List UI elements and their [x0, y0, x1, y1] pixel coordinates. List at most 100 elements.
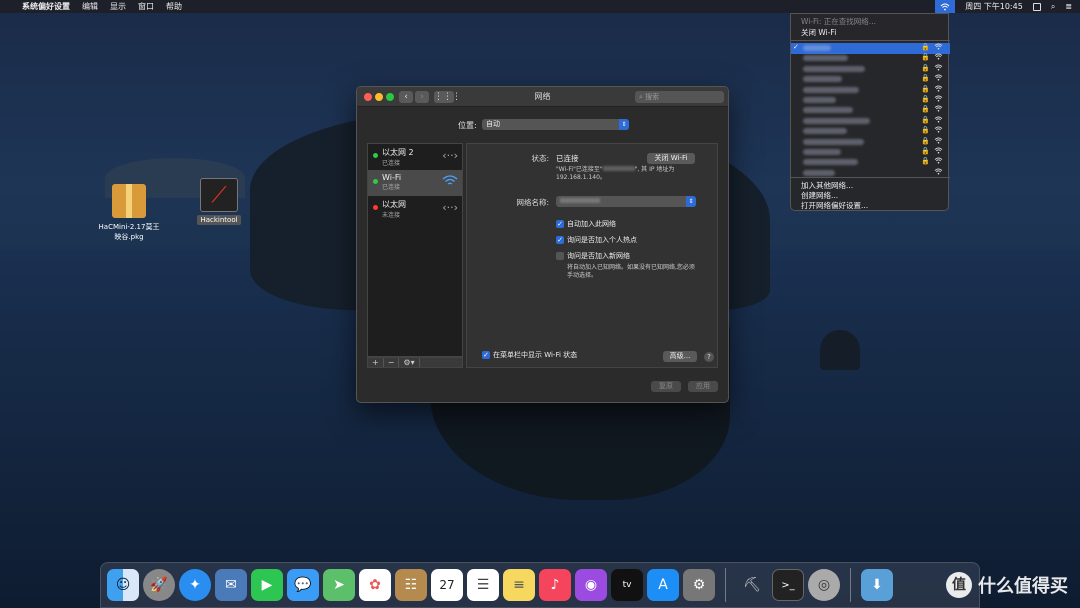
ethernet-icon: ‹··›	[442, 149, 458, 162]
lock-icon: 🔒	[921, 115, 930, 124]
wifi-network-item[interactable]: ✓ 🔒	[791, 43, 950, 54]
menu-edit[interactable]: 编辑	[82, 1, 98, 12]
service-wifi[interactable]: Wi-Fi 已连接	[368, 170, 462, 196]
service-ethernet2[interactable]: 以太网 2 已连接 ‹··›	[368, 144, 462, 170]
location-label: 位置:	[458, 121, 477, 130]
redacted-network-name	[803, 55, 848, 62]
wifi-network-item[interactable]: 🔒	[791, 137, 950, 148]
lock-icon: 🔒	[921, 84, 930, 93]
wifi-network-item[interactable]: 🔒	[791, 105, 950, 116]
wifi-network-item[interactable]: 🔒	[791, 85, 950, 96]
maps-icon[interactable]: ➤	[323, 569, 355, 601]
wifi-signal-icon	[934, 105, 943, 114]
pkg-label-line1: HaCMini-2.17莫王	[98, 223, 160, 231]
gear-action-button[interactable]: ⚙▾	[399, 358, 420, 367]
menubar-clock[interactable]: 周四 下午10:45	[965, 1, 1023, 12]
location-select[interactable]: 自动 ⇕	[482, 119, 629, 130]
facetime-icon[interactable]: ▶	[251, 569, 283, 601]
status-label: 状态:	[531, 154, 549, 163]
system-preferences-icon[interactable]: ⚙	[683, 569, 715, 601]
search-field[interactable]: ⌕ 搜索	[635, 91, 724, 103]
wifi-network-item[interactable]: 🔒	[791, 116, 950, 127]
wifi-network-item[interactable]: 🔒	[791, 95, 950, 106]
menu-help[interactable]: 帮助	[166, 1, 182, 12]
network-name-label: 网络名称:	[516, 198, 549, 207]
pkg-label-line2: 映谷.pkg	[114, 233, 144, 241]
disk-utility-icon[interactable]: ◎	[808, 569, 840, 601]
notification-center-icon[interactable]: ≣	[1065, 2, 1072, 11]
remove-service-button[interactable]: −	[384, 358, 400, 367]
add-service-button[interactable]: +	[368, 358, 384, 367]
redacted-network-name	[803, 45, 831, 51]
hackintool-icon: ⟋	[200, 178, 238, 212]
redacted-network-name	[803, 76, 842, 83]
redacted-ssid	[602, 166, 635, 171]
input-method-icon[interactable]	[1032, 2, 1041, 11]
auto-join-checkbox[interactable]: ✓ 自动加入此网络	[556, 219, 616, 229]
lock-icon: 🔒	[921, 136, 930, 145]
finder-icon[interactable]: ☺	[107, 569, 139, 601]
redacted-network-name	[803, 86, 859, 93]
wallpaper-rock-right	[820, 330, 860, 370]
downloads-folder-icon[interactable]: ⬇	[861, 569, 893, 601]
ask-new-network-checkbox[interactable]: 询问是否加入新网络	[556, 251, 630, 261]
launchpad-icon[interactable]: 🚀	[143, 569, 175, 601]
network-name-select[interactable]: ⇕	[556, 196, 696, 207]
wifi-status-icon[interactable]	[935, 0, 956, 13]
help-button[interactable]: ?	[704, 352, 714, 362]
turn-wifi-off-button[interactable]: 关闭 Wi-Fi	[647, 153, 695, 164]
wifi-signal-icon	[934, 126, 943, 135]
photos-icon[interactable]: ✿	[359, 569, 391, 601]
menu-app-name[interactable]: 系统偏好设置	[22, 1, 70, 12]
wifi-network-item[interactable]: 🔒	[791, 147, 950, 158]
safari-icon[interactable]: ✦	[179, 569, 211, 601]
wifi-network-item[interactable]: 🔒	[791, 53, 950, 64]
apply-button[interactable]: 应用	[688, 381, 718, 392]
apple-tv-icon[interactable]: tv	[611, 569, 643, 601]
wifi-menu-status: Wi-Fi: 正在查找网络...	[801, 17, 876, 26]
show-in-menubar-checkbox[interactable]: ✓ 在菜单栏中显示 Wi-Fi 状态	[482, 350, 577, 360]
redacted-network-name	[803, 128, 847, 135]
turn-wifi-off-menu-item[interactable]: 关闭 Wi-Fi	[801, 27, 836, 38]
service-ethernet[interactable]: 以太网 未连接 ‹··›	[368, 196, 462, 222]
service-list: 以太网 2 已连接 ‹··› Wi-Fi 已连接 以太网 未连接 ‹··›	[367, 143, 463, 357]
wifi-network-item[interactable]: 🔒	[791, 157, 950, 168]
app-store-icon[interactable]: A	[647, 569, 679, 601]
revert-button[interactable]: 复原	[651, 381, 681, 392]
redacted-network-name	[560, 198, 600, 203]
notes-icon[interactable]: ≡	[503, 569, 535, 601]
contacts-icon[interactable]: ☷	[395, 569, 427, 601]
menubar: 系统偏好设置 编辑 显示 窗口 帮助 周四 下午10:45 ⌕ ≣	[0, 0, 1080, 13]
ip-address: 192.168.1.140。	[556, 174, 606, 181]
ask-hotspot-checkbox[interactable]: ✓ 询问是否加入个人热点	[556, 235, 637, 245]
music-icon[interactable]: ♪	[539, 569, 571, 601]
location-value: 自动	[486, 120, 500, 128]
open-network-prefs-item[interactable]: 打开网络偏好设置...	[801, 200, 868, 211]
spotlight-icon[interactable]: ⌕	[1051, 2, 1055, 12]
ask-new-label: 询问是否加入新网络	[567, 252, 630, 260]
desktop-hackintool[interactable]: ⟋ Hackintool	[196, 178, 242, 225]
reminders-icon[interactable]: ☰	[467, 569, 499, 601]
menu-view[interactable]: 显示	[110, 1, 126, 12]
podcasts-icon[interactable]: ◉	[575, 569, 607, 601]
wifi-signal-icon	[934, 43, 943, 52]
terminal-icon[interactable]: >_	[772, 569, 804, 601]
search-placeholder: 搜索	[645, 93, 660, 101]
lock-icon: 🔒	[921, 53, 930, 62]
mail-icon[interactable]: ✉	[215, 569, 247, 601]
menu-window[interactable]: 窗口	[138, 1, 154, 12]
wifi-network-item[interactable]: 🔒	[791, 126, 950, 137]
redacted-network-name	[803, 107, 853, 114]
wifi-network-item[interactable]: 🔒	[791, 74, 950, 85]
wifi-network-item[interactable]: 🔒	[791, 64, 950, 75]
redacted-network-name	[803, 65, 865, 72]
wifi-dropdown-menu: Wi-Fi: 正在查找网络... 关闭 Wi-Fi ✓ 🔒 🔒 🔒 🔒 🔒 🔒 🔒 🔒 🔒 🔒 🔒 🔒 …	[790, 13, 950, 211]
lock-icon: 🔒	[921, 74, 930, 83]
hackintool-dock-icon[interactable]: ⛏	[736, 569, 768, 601]
desktop-pkg-file[interactable]: HaCMini-2.17莫王 映谷.pkg	[95, 184, 163, 242]
advanced-button[interactable]: 高级...	[663, 351, 697, 362]
calendar-icon[interactable]: 27	[431, 569, 463, 601]
dock-separator	[725, 568, 726, 602]
messages-icon[interactable]: 💬	[287, 569, 319, 601]
status-dot-red	[373, 205, 378, 210]
